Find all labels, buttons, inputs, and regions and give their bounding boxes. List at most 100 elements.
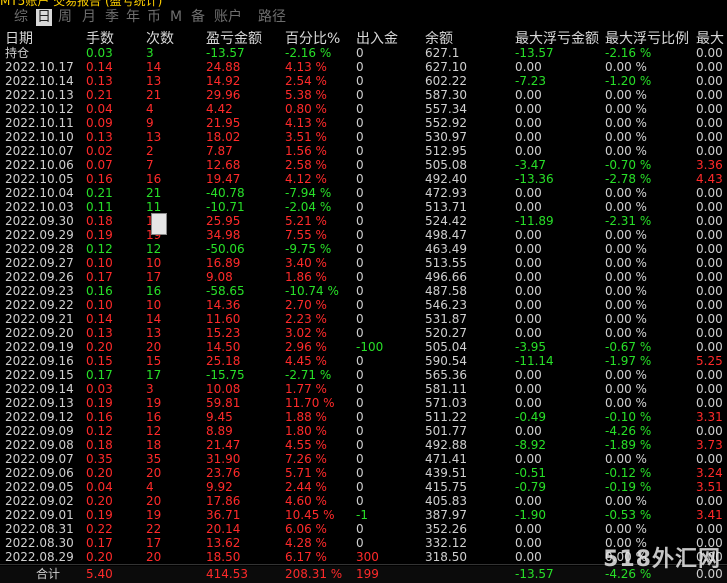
table-row[interactable]: 2022.09.29 0.19 19 34.98 7.55 % 0 498.47 0.00 0.… xyxy=(0,228,727,242)
cell-lots: 0.20 xyxy=(86,340,113,354)
cell-lots: 0.21 xyxy=(86,88,113,102)
window-title-strip: MT5账户 交易报告 (盈亏统计) xyxy=(0,0,727,8)
cell-pl: 21.47 xyxy=(206,438,241,452)
cell-bal: 602.22 xyxy=(425,74,467,88)
cell-lots: 0.09 xyxy=(86,116,113,130)
table-row[interactable]: 2022.09.23 0.16 16 -58.65 -10.74 % 0 487.58 0.0… xyxy=(0,284,727,298)
tab-7[interactable]: M xyxy=(170,9,182,26)
cell-pct: 4.13 % xyxy=(285,116,327,130)
cell-last: 0.00 xyxy=(696,522,723,536)
cell-pct: 2.70 % xyxy=(285,298,327,312)
table-row[interactable]: 2022.09.21 0.14 14 11.60 2.23 % 0 531.87 0.00 0.… xyxy=(0,312,727,326)
table-row[interactable]: 2022.10.03 0.11 11 -10.71 -2.04 % 0 513.71 0.00… xyxy=(0,200,727,214)
tab-5[interactable]: 年 xyxy=(126,9,140,26)
cell-mflp: 0.00 % xyxy=(605,494,647,508)
table-row[interactable]: 2022.10.13 0.21 21 29.96 5.38 % 0 587.30 0.00 0.… xyxy=(0,88,727,102)
cell-io: 0 xyxy=(356,438,364,452)
table-row[interactable]: 2022.09.13 0.19 19 59.81 11.70 % 0 571.03 0.00 0… xyxy=(0,396,727,410)
table-row[interactable]: 2022.10.05 0.16 16 19.47 4.12 % 0 492.40 -13.36… xyxy=(0,172,727,186)
cell-last: 0.00 xyxy=(696,340,723,354)
cell-mfl: -11.14 xyxy=(515,354,554,368)
cell-mfl: 0.00 xyxy=(515,60,542,74)
table-row[interactable]: 2022.09.06 0.20 20 23.76 5.71 % 0 439.51 -0.51 -… xyxy=(0,466,727,480)
table-row[interactable]: 2022.10.04 0.21 21 -40.78 -7.94 % 0 472.93 0.00… xyxy=(0,186,727,200)
table-row[interactable]: 2022.09.20 0.13 13 15.23 3.02 % 0 520.27 0.00 0.… xyxy=(0,326,727,340)
cell-last: 0.00 xyxy=(696,200,723,214)
cell-pct: 2.44 % xyxy=(285,480,327,494)
cell-count: 12 xyxy=(146,242,162,256)
table-row[interactable]: 2022.09.27 0.10 10 16.89 3.40 % 0 513.55 0.00 0.… xyxy=(0,256,727,270)
window-title: MT5账户 交易报告 (盈亏统计) xyxy=(0,0,163,8)
table-row[interactable]: 2022.10.11 0.09 9 21.95 4.13 % 0 552.92 0.00 0.0… xyxy=(0,116,727,130)
table-row[interactable]: 2022.09.19 0.20 20 14.50 2.96 % -100 505.04 -3.… xyxy=(0,340,727,354)
cell-lots: 0.20 xyxy=(86,550,113,564)
table-row[interactable]: 2022.09.28 0.12 12 -50.06 -9.75 % 0 463.49 0.00… xyxy=(0,242,727,256)
cell-date: 2022.08.29 xyxy=(5,550,74,564)
cell-io: 0 xyxy=(356,326,364,340)
cell-pct: 4.45 % xyxy=(285,354,327,368)
cell-pct: 11.70 % xyxy=(285,396,335,410)
cell-date: 2022.09.27 xyxy=(5,256,74,270)
tab-3[interactable]: 月 xyxy=(82,9,96,26)
table-row[interactable]: 2022.09.01 0.19 19 36.71 10.45 % -1 387.97 -1.9… xyxy=(0,508,727,522)
table-row[interactable]: 2022.08.31 0.22 22 20.14 6.06 % 0 352.26 0.00 0.… xyxy=(0,522,727,536)
cell-pl: 10.08 xyxy=(206,382,241,396)
cell-lots: 0.22 xyxy=(86,522,113,536)
tab-0[interactable]: 综 xyxy=(14,9,28,26)
table-row[interactable]: 2022.10.06 0.07 7 12.68 2.58 % 0 505.08 -3.47 -0… xyxy=(0,158,727,172)
total-io: 199 xyxy=(356,567,379,581)
table-row[interactable]: 2022.09.22 0.10 10 14.36 2.70 % 0 546.23 0.00 0.… xyxy=(0,298,727,312)
table-row[interactable]: 2022.09.02 0.20 20 17.86 4.60 % 0 405.83 0.00 0.… xyxy=(0,494,727,508)
cell-lots: 0.18 xyxy=(86,438,113,452)
table-row[interactable]: 2022.09.05 0.04 4 9.92 2.44 % 0 415.75 -0.79 -0.… xyxy=(0,480,727,494)
table-row[interactable]: 2022.10.10 0.13 13 18.02 3.51 % 0 530.97 0.00 0.… xyxy=(0,130,727,144)
cell-last: 0.00 xyxy=(696,214,723,228)
cell-bal: 520.27 xyxy=(425,326,467,340)
table-row[interactable]: 2022.09.08 0.18 18 21.47 4.55 % 0 492.88 -8.92 -… xyxy=(0,438,727,452)
tab-10[interactable]: 路径 xyxy=(258,9,286,26)
cell-pct: -2.16 % xyxy=(285,46,332,60)
tab-2[interactable]: 周 xyxy=(58,9,72,26)
tab-8[interactable]: 备 xyxy=(191,9,205,26)
tab-6[interactable]: 币 xyxy=(147,9,161,26)
cell-io: 0 xyxy=(356,298,364,312)
table-row[interactable]: 2022.09.14 0.03 3 10.08 1.77 % 0 581.11 0.00 0.0… xyxy=(0,382,727,396)
tab-4[interactable]: 季 xyxy=(105,9,119,26)
table-row[interactable]: 2022.09.12 0.16 16 9.45 1.88 % 0 511.22 -0.49 -0… xyxy=(0,410,727,424)
table-row[interactable]: 2022.10.17 0.14 14 24.88 4.13 % 0 627.10 0.00 0.… xyxy=(0,60,727,74)
cell-last: 0.00 xyxy=(696,242,723,256)
cell-bal: 439.51 xyxy=(425,466,467,480)
table-row[interactable]: 2022.09.300.181825.955.21 %0524.42-11.89… xyxy=(0,214,727,228)
cell-date: 2022.09.13 xyxy=(5,396,74,410)
table-row[interactable]: 2022.10.07 0.02 2 7.87 1.56 % 0 512.95 0.00 0.00… xyxy=(0,144,727,158)
cell-mfl: 0.00 xyxy=(515,228,542,242)
cell-pct: 10.45 % xyxy=(285,508,335,522)
cell-pl: 13.62 xyxy=(206,536,241,550)
tab-1[interactable]: 日 xyxy=(36,9,52,26)
cell-mfl: -11.89 xyxy=(515,214,554,228)
cell-count: 14 xyxy=(146,60,162,74)
table-row[interactable]: 2022.09.07 0.35 35 31.90 7.26 % 0 471.41 0.00 0.… xyxy=(0,452,727,466)
cell-mflp: 0.00 % xyxy=(605,116,647,130)
table-row[interactable]: 2022.09.16 0.15 15 25.18 4.45 % 0 590.54 -11.14… xyxy=(0,354,727,368)
cell-pl: 18.50 xyxy=(206,550,241,564)
cell-last: 0.00 xyxy=(696,130,723,144)
cell-count: 7 xyxy=(146,158,154,172)
table-row[interactable]: 2022.09.15 0.17 17 -15.75 -2.71 % 0 565.36 0.00… xyxy=(0,368,727,382)
total-label: 合计 xyxy=(36,567,61,581)
cell-pct: 4.55 % xyxy=(285,438,327,452)
cell-pct: 1.86 % xyxy=(285,270,327,284)
cell-mflp: 0.00 % xyxy=(605,326,647,340)
table-row[interactable]: 2022.09.26 0.17 17 9.08 1.86 % 0 496.66 0.00 0.0… xyxy=(0,270,727,284)
tab-9[interactable]: 账户 xyxy=(214,9,242,26)
table-row[interactable]: 2022.09.09 0.12 12 8.89 1.80 % 0 501.77 0.00 -4.… xyxy=(0,424,727,438)
cell-io: 0 xyxy=(356,60,364,74)
cell-io: 0 xyxy=(356,242,364,256)
position-row[interactable]: 持仓 0.03 3 -13.57 -2.16 % 0 627.1 -13.57 -2.16 % 0… xyxy=(0,46,727,60)
cell-date: 2022.09.22 xyxy=(5,298,74,312)
cell-date: 2022.09.09 xyxy=(5,424,74,438)
cell-io: 0 xyxy=(356,480,364,494)
table-row[interactable]: 2022.10.12 0.04 4 4.42 0.80 % 0 557.34 0.00 0.00… xyxy=(0,102,727,116)
table-row[interactable]: 2022.10.14 0.13 13 14.92 2.54 % 0 602.22 -7.23 -… xyxy=(0,74,727,88)
period-tabs: 综日周月季年币 M 备账户 路径 xyxy=(0,8,727,27)
